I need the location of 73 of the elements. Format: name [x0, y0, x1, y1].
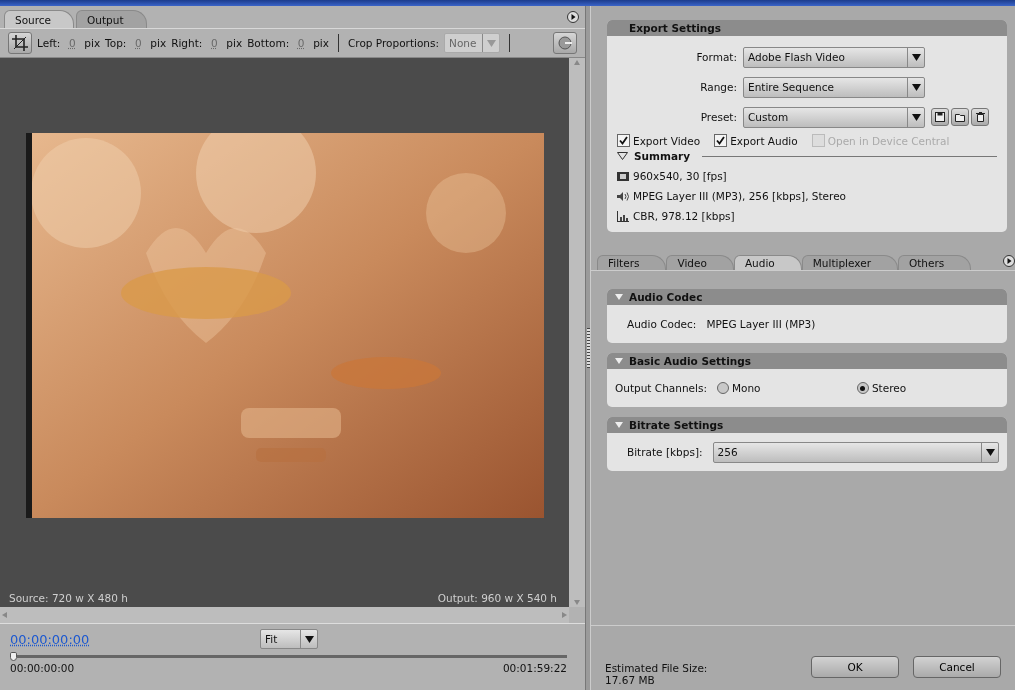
summary-heading: Summary: [634, 150, 691, 162]
field-label: Preset:: [699, 111, 737, 123]
tab[interactable]: Source: [4, 10, 75, 28]
dropdown[interactable]: Adobe Flash Video: [743, 46, 925, 68]
flyout-menu-icon[interactable]: [567, 11, 579, 23]
field-label: Audio Codec:: [627, 318, 697, 330]
caret-icon: [911, 83, 921, 91]
field-label: Top:: [105, 37, 127, 49]
estimate-label: Estimated File Size:: [605, 662, 708, 674]
dialog-button[interactable]: Cancel: [913, 656, 1001, 678]
save-icon[interactable]: [931, 108, 949, 126]
trash-icon[interactable]: [971, 108, 989, 126]
field-label: Output Channels:: [615, 382, 707, 394]
field-value: MPEG Layer III (MP3): [706, 318, 816, 330]
playhead-handle[interactable]: [10, 652, 17, 661]
checkmark-icon: [716, 136, 726, 145]
caret-icon: [486, 39, 496, 47]
speaker-icon: [617, 190, 629, 202]
film-icon: [617, 170, 629, 182]
folder-icon[interactable]: [951, 108, 969, 126]
disclosure-triangle-icon[interactable]: [617, 152, 628, 160]
caret-icon: [911, 53, 921, 61]
tab[interactable]: Output: [76, 10, 147, 28]
collapse-triangle-icon[interactable]: [615, 294, 623, 300]
collapse-triangle-icon[interactable]: [615, 422, 623, 428]
chart-icon: [617, 210, 629, 222]
zoom-dropdown[interactable]: Fit: [260, 629, 318, 649]
source-size-label: Source: 720 w X 480 h: [9, 592, 128, 604]
rotate-button[interactable]: [553, 32, 577, 54]
field-label: Crop Proportions:: [348, 37, 440, 49]
section-header[interactable]: Basic Audio Settings: [607, 353, 1007, 369]
summary-text: 960x540, 30 [fps]: [633, 170, 727, 182]
summary-text: CBR, 978.12 [kbps]: [633, 210, 735, 222]
start-time: 00:00:00:00: [10, 662, 75, 674]
unit-label: pix: [313, 37, 329, 49]
estimate-value: 17.67 MB: [605, 674, 656, 686]
dialog-button[interactable]: OK: [811, 656, 899, 678]
unit-label: pix: [150, 37, 167, 49]
field-label: Range:: [699, 81, 737, 93]
tab[interactable]: Filters: [597, 255, 667, 270]
unit-label: pix: [226, 37, 243, 49]
field-label: Left:: [37, 37, 61, 49]
tab[interactable]: Audio: [733, 255, 802, 270]
resize-handle[interactable]: [586, 328, 590, 368]
unit-label: pix: [84, 37, 101, 49]
tab[interactable]: Multiplexer: [801, 255, 898, 270]
tab[interactable]: Others: [897, 255, 972, 270]
tab[interactable]: Video: [666, 255, 734, 270]
radio-button[interactable]: Stereo: [856, 382, 987, 394]
flyout-menu-icon[interactable]: [1003, 255, 1015, 267]
section-header[interactable]: Bitrate Settings: [607, 417, 1007, 433]
caret-icon: [985, 448, 995, 456]
crop-tool-button[interactable]: [8, 32, 32, 54]
panel-header: Export Settings: [607, 20, 1007, 36]
caret-icon: [911, 113, 921, 121]
summary-text: MPEG Layer III (MP3), 256 [kbps], Stereo: [633, 190, 847, 202]
section-header[interactable]: Audio Codec: [607, 289, 1007, 305]
output-size-label: Output: 960 w X 540 h: [437, 592, 557, 604]
caret-icon: [304, 635, 314, 643]
dropdown[interactable]: Entire Sequence: [743, 76, 925, 98]
end-time: 00:01:59:22: [502, 662, 567, 674]
field-label: Format:: [695, 51, 737, 63]
checkmark-icon: [619, 136, 628, 145]
field-label: Bitrate [kbps]:: [627, 446, 703, 458]
checkbox[interactable]: Export Video: [617, 134, 701, 147]
field-label: Right:: [171, 37, 203, 49]
dropdown[interactable]: Custom: [743, 106, 925, 128]
collapse-triangle-icon[interactable]: [615, 358, 623, 364]
timeline-track[interactable]: [17, 655, 567, 658]
radio-button[interactable]: Mono: [716, 382, 847, 394]
bitrate-dropdown[interactable]: 256: [712, 441, 999, 463]
checkbox[interactable]: Export Audio: [714, 134, 798, 147]
field-label: Bottom:: [247, 37, 290, 49]
